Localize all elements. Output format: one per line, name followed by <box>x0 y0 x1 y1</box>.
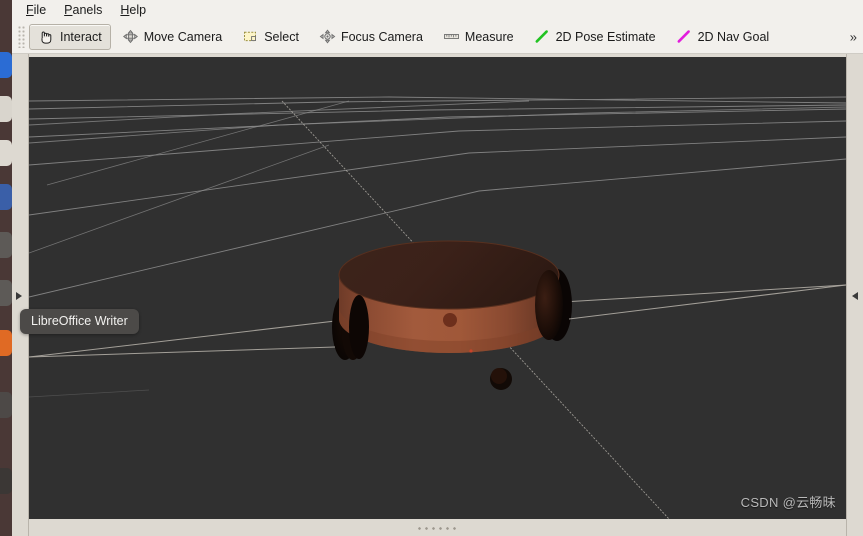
toolbar-button-focus-camera[interactable]: Focus Camera <box>310 24 432 50</box>
3d-scene <box>29 57 846 519</box>
toolbar-button-2d-nav-goal[interactable]: 2D Nav Goal <box>667 24 779 50</box>
select-rect-icon <box>244 31 257 42</box>
os-dock <box>0 0 12 536</box>
toolbar-button-move-camera[interactable]: Move Camera <box>113 24 232 50</box>
menu-item-file[interactable]: File <box>26 1 55 19</box>
toolbar-button-measure[interactable]: Measure <box>434 24 523 50</box>
dock-icon-files[interactable] <box>0 96 12 122</box>
dock-icon-thunderbird[interactable] <box>0 184 12 210</box>
toolbar-label-focus-camera: Focus Camera <box>340 29 423 44</box>
bottom-splitter-handle[interactable] <box>417 527 458 532</box>
menu-help-rest: elp <box>129 3 147 17</box>
3d-render-view[interactable]: CSDN @云畅昧 <box>29 57 846 519</box>
toolbar-label-select: Select <box>264 29 299 44</box>
dock-icon-impress[interactable] <box>0 330 12 356</box>
tool-bar: Interact Move Camera Select Focus Camera… <box>12 20 863 54</box>
move-camera-icon <box>122 29 138 44</box>
menu-panels-mnemonic: P <box>64 3 73 17</box>
menu-item-panels[interactable]: Panels <box>64 1 111 19</box>
toolbar-label-measure: Measure <box>464 29 514 44</box>
rviz-window: File Panels Help Interact Move Camera Se… <box>12 0 863 536</box>
expand-right-panel-arrow-icon[interactable] <box>852 292 858 300</box>
dock-tooltip: LibreOffice Writer <box>20 309 139 334</box>
render-panel-frame: CSDN @云畅昧 <box>12 54 863 536</box>
green-arrow-icon <box>535 30 548 43</box>
dock-icon-firefox[interactable] <box>0 52 12 78</box>
menu-file-mnemonic: F <box>26 3 34 17</box>
menu-file-rest: ile <box>33 3 47 17</box>
toolbar-overflow-button[interactable]: » <box>847 28 860 45</box>
expand-left-panel-arrow-icon[interactable] <box>16 292 22 300</box>
right-panel-collapsed-strip[interactable] <box>846 54 863 536</box>
toolbar-label-move-camera: Move Camera <box>143 29 223 44</box>
toolbar-button-interact[interactable]: Interact <box>29 23 111 50</box>
dock-icon-writer[interactable] <box>0 232 12 258</box>
ruler-icon <box>443 34 459 39</box>
magenta-arrow-icon <box>677 30 690 43</box>
dock-icon-software[interactable] <box>0 392 12 418</box>
hand-pointer-icon <box>41 31 52 44</box>
menu-bar: File Panels Help <box>12 0 863 20</box>
left-panel-collapsed-strip[interactable] <box>12 54 29 536</box>
toolbar-label-2d-nav-goal: 2D Nav Goal <box>697 29 770 44</box>
toolbar-button-2d-pose-estimate[interactable]: 2D Pose Estimate <box>525 24 665 50</box>
toolbar-label-interact: Interact <box>60 29 102 44</box>
focus-camera-icon <box>319 29 336 44</box>
toolbar-drag-handle[interactable] <box>18 25 26 48</box>
menu-item-help[interactable]: Help <box>120 1 155 19</box>
menu-panels-rest: anels <box>72 3 103 17</box>
dock-icon-rhythmbox[interactable] <box>0 140 12 166</box>
dock-icon-calc[interactable] <box>0 280 12 306</box>
toolbar-label-2d-pose-estimate: 2D Pose Estimate <box>555 29 656 44</box>
toolbar-button-select[interactable]: Select <box>233 24 308 50</box>
dock-icon-terminal[interactable] <box>0 468 12 494</box>
